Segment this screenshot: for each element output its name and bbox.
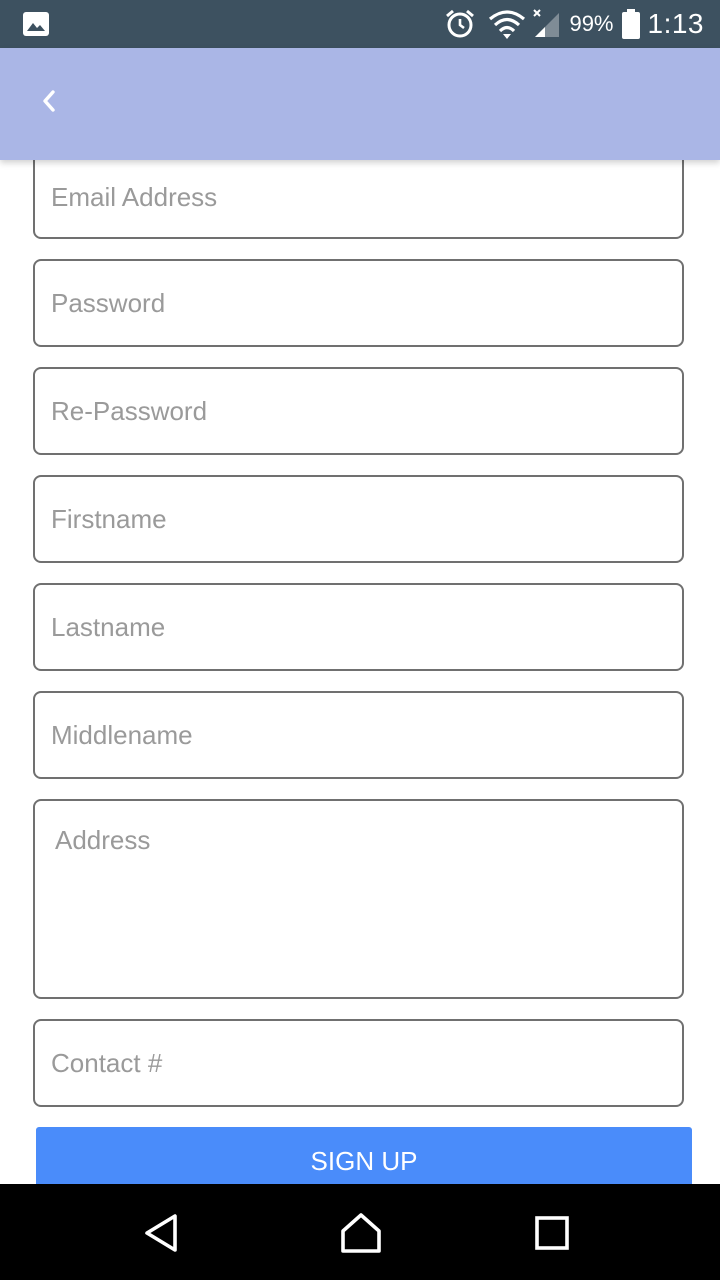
chevron-left-icon <box>43 90 55 112</box>
nav-home-button[interactable] <box>336 1210 386 1256</box>
contact-field[interactable] <box>33 1019 684 1107</box>
alarm-icon <box>446 9 475 38</box>
signup-label: SIGN UP <box>310 1146 418 1176</box>
contact-input[interactable] <box>35 1021 682 1105</box>
signal-icon <box>533 9 560 37</box>
firstname-field[interactable] <box>33 475 684 563</box>
back-button[interactable] <box>24 76 74 126</box>
app-bar <box>0 48 720 160</box>
password-input[interactable] <box>35 261 682 345</box>
lastname-field[interactable] <box>33 583 684 671</box>
repassword-field[interactable] <box>33 367 684 455</box>
repassword-input[interactable] <box>35 369 682 453</box>
firstname-input[interactable] <box>35 477 682 561</box>
battery-percent: 99% <box>569 11 614 36</box>
middlename-field[interactable] <box>33 691 684 779</box>
clock: 1:13 <box>647 8 704 39</box>
signup-button[interactable]: SIGN UP <box>36 1127 692 1184</box>
signup-form: SIGN UP <box>0 160 720 1184</box>
email-input[interactable] <box>35 160 682 237</box>
middlename-input[interactable] <box>35 693 682 777</box>
address-input[interactable] <box>35 801 682 997</box>
status-bar: 99% 1:13 <box>0 0 720 48</box>
nav-back-button[interactable] <box>136 1210 186 1256</box>
nav-recents-button[interactable] <box>527 1210 577 1256</box>
battery-icon <box>621 9 640 39</box>
email-field[interactable] <box>33 160 684 239</box>
address-field[interactable] <box>33 799 684 999</box>
navigation-bar <box>0 1184 720 1280</box>
lastname-input[interactable] <box>35 585 682 669</box>
back-triangle-icon <box>145 1214 177 1252</box>
password-field[interactable] <box>33 259 684 347</box>
recents-icon <box>535 1216 569 1250</box>
image-icon <box>23 12 49 36</box>
home-icon <box>341 1213 381 1253</box>
wifi-icon <box>489 10 526 39</box>
